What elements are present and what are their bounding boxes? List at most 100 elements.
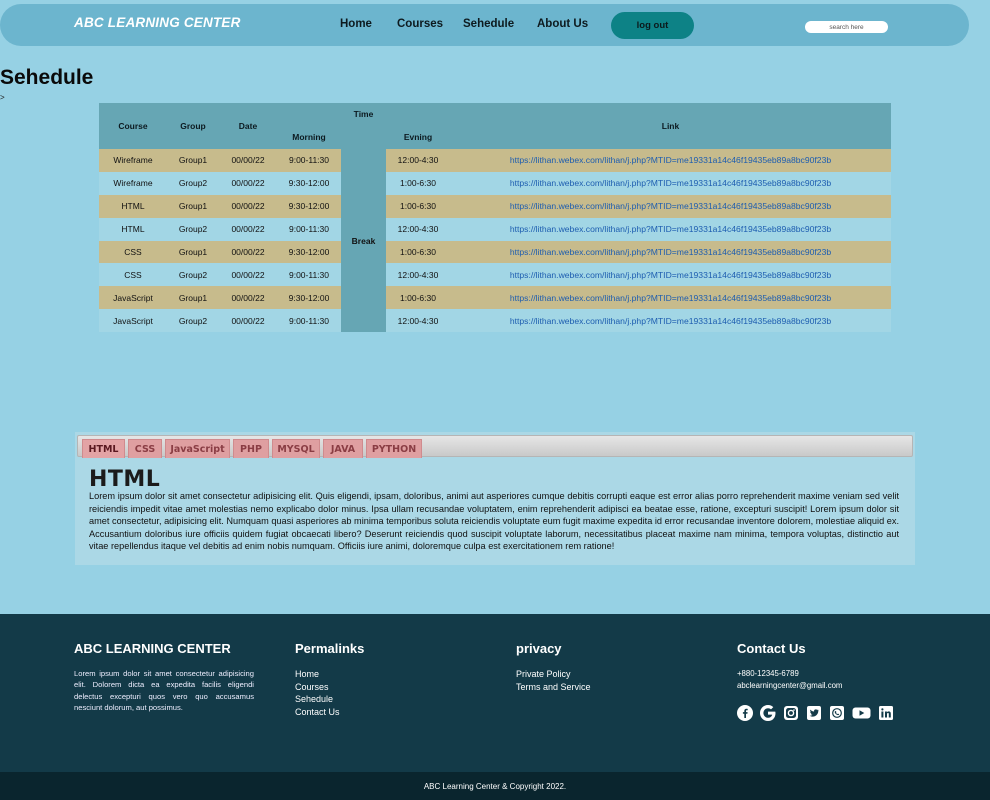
footer-permalinks-title: Permalinks (295, 641, 365, 656)
footer-email[interactable]: abclearningcenter@gmail.com (737, 680, 894, 692)
cell-group: Group1 (167, 194, 219, 218)
cell-group: Group2 (167, 309, 219, 333)
cell-evening: 1:00-6:30 (386, 286, 450, 310)
cell-evening: 12:00-4:30 (386, 263, 450, 287)
cell-group: Group1 (167, 240, 219, 264)
table-row: CSS Group1 00/00/22 9:30-12:00 1:00-6:30… (99, 240, 891, 264)
cell-group: Group1 (167, 149, 219, 172)
twitter-icon[interactable] (806, 705, 822, 721)
cell-morning: 9:30-12:00 (277, 194, 341, 218)
tab-content-body: Lorem ipsum dolor sit amet consectetur a… (89, 491, 899, 552)
google-icon[interactable] (760, 705, 776, 722)
nav-courses[interactable]: Courses (397, 18, 443, 30)
footer-privacy: privacy Private Policy Terms and Service (516, 641, 591, 693)
nav-about-us[interactable]: About Us (537, 18, 588, 30)
tab-php[interactable]: PHP (233, 439, 269, 458)
cell-link[interactable]: https://lithan.webex.com/lithan/j.php?MT… (450, 194, 891, 218)
footer-link-schedule[interactable]: Sehedule (295, 693, 364, 706)
footer-privacy-title: privacy (516, 641, 562, 656)
cell-morning: 9:00-11:30 (277, 309, 341, 333)
youtube-icon[interactable] (852, 705, 871, 721)
table-row: JavaScript Group2 00/00/22 9:00-11:30 12… (99, 309, 891, 333)
cell-link[interactable]: https://lithan.webex.com/lithan/j.php?MT… (450, 240, 891, 264)
footer-link-terms[interactable]: Terms and Service (516, 681, 591, 694)
header-course: Course (99, 103, 167, 149)
cell-link[interactable]: https://lithan.webex.com/lithan/j.php?MT… (450, 171, 891, 195)
tab-java[interactable]: JAVA (323, 439, 363, 458)
cell-group: Group2 (167, 263, 219, 287)
cell-group: Group2 (167, 217, 219, 241)
footer: ABC LEARNING CENTER Lorem ipsum dolor si… (0, 614, 990, 772)
tab-bar: HTML CSS JavaScript PHP MYSQL JAVA PYTHO… (77, 435, 913, 458)
cell-course: CSS (99, 240, 167, 264)
cell-date: 00/00/22 (219, 240, 277, 264)
cell-link[interactable]: https://lithan.webex.com/lithan/j.php?MT… (450, 217, 891, 241)
footer-link-courses[interactable]: Courses (295, 681, 364, 694)
nav-home[interactable]: Home (340, 18, 372, 30)
footer-phone: +880-12345-6789 (737, 669, 799, 678)
tab-javascript[interactable]: JavaScript (165, 439, 230, 458)
instagram-icon[interactable] (783, 705, 799, 721)
table-row: Wireframe Group2 00/00/22 9:30-12:00 1:0… (99, 171, 891, 195)
tab-content-title: HTML (89, 467, 161, 492)
cell-date: 00/00/22 (219, 217, 277, 241)
footer-contact: Contact Us +880-12345-6789 abclearningce… (737, 641, 894, 722)
cell-morning: 9:00-11:30 (277, 149, 341, 172)
header-link: Link (450, 103, 891, 149)
nav-schedule[interactable]: Sehedule (463, 18, 514, 30)
facebook-icon[interactable] (737, 705, 753, 722)
cell-date: 00/00/22 (219, 263, 277, 287)
cell-morning: 9:30-12:00 (277, 240, 341, 264)
table-row: Wireframe Group1 00/00/22 9:00-11:30 Bre… (99, 149, 891, 333)
break-cell: Break (341, 149, 386, 333)
page-title: Sehedule (0, 66, 94, 89)
cell-evening: 12:00-4:30 (386, 149, 450, 172)
cell-group: Group2 (167, 171, 219, 195)
cell-course: CSS (99, 263, 167, 287)
language-tabs-panel: HTML CSS JavaScript PHP MYSQL JAVA PYTHO… (75, 432, 915, 565)
cell-date: 00/00/22 (219, 194, 277, 218)
table-row: JavaScript Group1 00/00/22 9:30-12:00 1:… (99, 286, 891, 310)
table-row: CSS Group2 00/00/22 9:00-11:30 12:00-4:3… (99, 263, 891, 287)
cell-link[interactable]: https://lithan.webex.com/lithan/j.php?MT… (450, 309, 891, 333)
cell-morning: 9:30-12:00 (277, 286, 341, 310)
footer-link-private-policy[interactable]: Private Policy (516, 668, 591, 681)
schedule-body: Wireframe Group1 00/00/22 9:00-11:30 Bre… (99, 149, 891, 333)
header-evening: Evning (386, 125, 450, 149)
table-row: HTML Group2 00/00/22 9:00-11:30 12:00-4:… (99, 217, 891, 241)
cell-evening: 1:00-6:30 (386, 171, 450, 195)
cell-course: JavaScript (99, 309, 167, 333)
cell-morning: 9:00-11:30 (277, 217, 341, 241)
header-date: Date (219, 103, 277, 149)
tab-mysql[interactable]: MYSQL (272, 439, 320, 458)
footer-permalinks: Permalinks Home Courses Sehedule Contact… (295, 641, 364, 718)
cell-morning: 9:30-12:00 (277, 171, 341, 195)
cell-link[interactable]: https://lithan.webex.com/lithan/j.php?MT… (450, 286, 891, 310)
tab-python[interactable]: PYTHON (366, 439, 422, 458)
cell-evening: 1:00-6:30 (386, 194, 450, 218)
tab-css[interactable]: CSS (128, 439, 162, 458)
breadcrumb: > (0, 93, 5, 102)
cell-link[interactable]: https://lithan.webex.com/lithan/j.php?MT… (450, 263, 891, 287)
footer-about: ABC LEARNING CENTER Lorem ipsum dolor si… (74, 641, 254, 714)
footer-link-contact[interactable]: Contact Us (295, 706, 364, 719)
search-input[interactable] (805, 21, 888, 33)
footer-link-home[interactable]: Home (295, 668, 364, 681)
cell-course: Wireframe (99, 171, 167, 195)
cell-date: 00/00/22 (219, 309, 277, 333)
header-morning: Morning (277, 125, 341, 149)
tab-html[interactable]: HTML (82, 439, 125, 458)
cell-course: HTML (99, 217, 167, 241)
brand-logo-text[interactable]: ABC LEARNING CENTER (74, 15, 241, 30)
cell-group: Group1 (167, 286, 219, 310)
cell-evening: 12:00-4:30 (386, 309, 450, 333)
cell-course: JavaScript (99, 286, 167, 310)
social-icons (737, 705, 894, 722)
cell-link[interactable]: https://lithan.webex.com/lithan/j.php?MT… (450, 149, 891, 172)
whatsapp-icon[interactable] (829, 705, 845, 721)
logout-button[interactable]: log out (611, 12, 694, 39)
linkedin-icon[interactable] (878, 705, 894, 721)
header-time: Time (277, 103, 450, 125)
header-group: Group (167, 103, 219, 149)
footer-contact-title: Contact Us (737, 641, 806, 656)
